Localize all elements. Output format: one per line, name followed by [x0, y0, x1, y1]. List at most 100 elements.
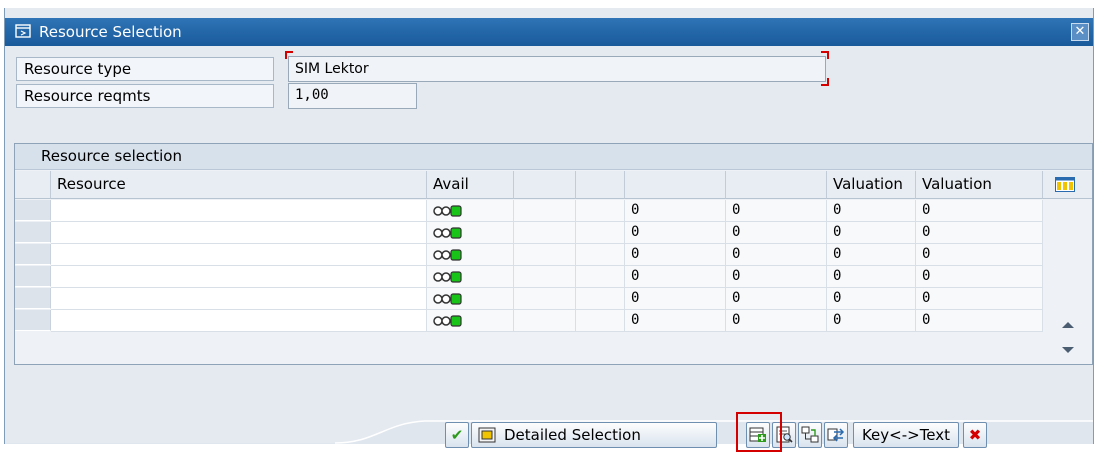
cell-col6: 0 [726, 200, 827, 222]
cell-col5: 0 [625, 310, 726, 332]
traffic-light-green-icon [433, 249, 462, 261]
column-header-5[interactable] [625, 171, 726, 199]
select-all-header[interactable] [15, 171, 51, 199]
cell-col7: 0 [827, 200, 916, 222]
row-selector[interactable] [15, 244, 51, 265]
confirm-button[interactable]: ✔ [445, 422, 469, 448]
checkmark-icon: ✔ [450, 426, 464, 444]
cell-col3 [514, 266, 576, 288]
scroll-down-icon[interactable] [1060, 345, 1076, 355]
traffic-light-green-icon [433, 315, 462, 327]
cancel-icon: ✖ [968, 426, 982, 444]
row-selector[interactable] [15, 200, 51, 221]
dialog-title: Resource Selection [39, 23, 182, 41]
traffic-light-green-icon [433, 271, 462, 283]
column-header-4[interactable] [576, 171, 625, 199]
table-title: Resource selection [41, 147, 182, 165]
scroll-up-icon[interactable] [1060, 320, 1076, 330]
highlight-marker [736, 412, 782, 452]
cell-col7: 0 [827, 266, 916, 288]
cell-valuation: 0 [916, 266, 1043, 288]
cell-col5: 0 [625, 266, 726, 288]
detailed-selection-label: Detailed Selection [504, 426, 641, 444]
cell-col5: 0 [625, 222, 726, 244]
transfer-button[interactable] [824, 422, 848, 448]
resource-reqmts-label: Resource reqmts [16, 84, 274, 108]
column-header-resource[interactable]: Resource [51, 171, 427, 199]
cell-col6: 0 [726, 288, 827, 310]
cell-resource[interactable] [51, 222, 427, 244]
cell-resource[interactable] [51, 310, 427, 332]
column-header-3[interactable] [514, 171, 576, 199]
traffic-light-green-icon [433, 205, 462, 217]
cell-col3 [514, 244, 576, 266]
row-selector[interactable] [15, 222, 51, 243]
table-row[interactable]: 0000 [15, 310, 1045, 332]
cell-col4 [576, 222, 625, 244]
cell-col3 [514, 288, 576, 310]
top-strip [0, 0, 1097, 8]
transfer-arrows-icon [827, 428, 845, 442]
traffic-light-green-icon [433, 293, 462, 305]
cell-col6: 0 [726, 244, 827, 266]
row-selector[interactable] [15, 310, 51, 331]
cell-col7: 0 [827, 310, 916, 332]
cell-col6: 0 [726, 222, 827, 244]
cell-col3 [514, 310, 576, 332]
resource-type-label: Resource type [16, 57, 274, 81]
column-settings-header [1043, 171, 1092, 199]
cell-resource[interactable] [51, 288, 427, 310]
cell-avail [427, 266, 514, 288]
detailed-selection-button[interactable]: Detailed Selection [471, 422, 717, 448]
column-layout-icon[interactable] [1055, 177, 1075, 192]
table-row[interactable]: 0000 [15, 222, 1045, 244]
cell-col5: 0 [625, 288, 726, 310]
cell-col6: 0 [726, 266, 827, 288]
cancel-button[interactable]: ✖ [963, 422, 987, 448]
cell-col7: 0 [827, 288, 916, 310]
cell-col4 [576, 288, 625, 310]
dialog-titlebar: Resource Selection ✕ [5, 18, 1093, 46]
cell-col7: 0 [827, 222, 916, 244]
resource-reqmts-field[interactable]: 1,00 [288, 83, 417, 109]
cell-avail [427, 200, 514, 222]
vertical-scrollbar[interactable] [1048, 200, 1090, 363]
table-row[interactable]: 0000 [15, 244, 1045, 266]
table-row[interactable]: 0000 [15, 288, 1045, 310]
cell-resource[interactable] [51, 266, 427, 288]
cell-resource[interactable] [51, 244, 427, 266]
cell-col5: 0 [625, 244, 726, 266]
cell-col7: 0 [827, 244, 916, 266]
window-icon [15, 24, 31, 38]
cell-valuation: 0 [916, 222, 1043, 244]
resource-selection-dialog: Resource Selection ✕ Resource type SIM L… [4, 8, 1094, 452]
key-text-toggle-button[interactable]: Key<->Text [853, 422, 959, 448]
hierarchy-button[interactable] [798, 422, 822, 448]
cell-valuation: 0 [916, 310, 1043, 332]
row-selector[interactable] [15, 288, 51, 309]
cell-avail [427, 244, 514, 266]
cell-avail [427, 288, 514, 310]
resource-type-field[interactable]: SIM Lektor [288, 56, 826, 82]
cell-resource[interactable] [51, 200, 427, 222]
cell-col4 [576, 310, 625, 332]
cell-col5: 0 [625, 200, 726, 222]
close-icon[interactable]: ✕ [1071, 23, 1089, 41]
table-row[interactable]: 0000 [15, 266, 1045, 288]
cell-col3 [514, 200, 576, 222]
column-header-6[interactable] [726, 171, 827, 199]
required-corner-tr [821, 51, 829, 59]
traffic-light-green-icon [433, 227, 462, 239]
row-selector[interactable] [15, 266, 51, 287]
resource-selection-table: Resource selection Resource Avail Valuat… [14, 143, 1093, 365]
column-header-valuation[interactable]: Valuation [916, 171, 1043, 199]
column-header-7[interactable]: Valuation [827, 171, 916, 199]
cell-col4 [576, 244, 625, 266]
cell-valuation: 0 [916, 244, 1043, 266]
table-title-bar: Resource selection [15, 144, 1092, 170]
cell-valuation: 0 [916, 200, 1043, 222]
table-row[interactable]: 0000 [15, 200, 1045, 222]
cell-col4 [576, 200, 625, 222]
column-header-avail[interactable]: Avail [427, 171, 514, 199]
cell-valuation: 0 [916, 288, 1043, 310]
